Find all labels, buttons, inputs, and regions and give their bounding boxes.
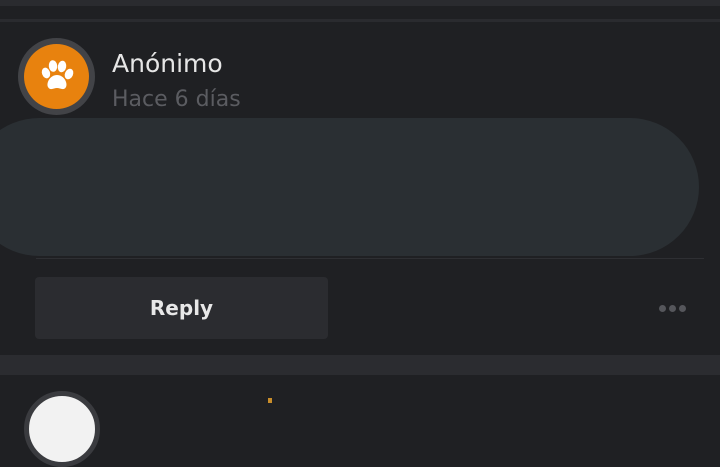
comment-timestamp: Hace 6 días <box>112 87 241 112</box>
dot <box>668 304 676 312</box>
dot <box>658 304 666 312</box>
previous-comment-edge <box>0 0 720 6</box>
avatar[interactable] <box>18 38 95 115</box>
comment-separator <box>0 355 720 375</box>
reply-button[interactable]: Reply <box>35 277 328 339</box>
comment-card: Anónimo Hace 6 días Reply <box>0 22 720 355</box>
paw-icon <box>41 59 73 89</box>
avatar-circle <box>24 44 89 109</box>
next-comment-avatar[interactable] <box>24 391 100 467</box>
next-comment-badge-icon <box>268 398 272 403</box>
comment-body <box>0 118 699 256</box>
comment-author[interactable]: Anónimo <box>112 49 223 79</box>
dot <box>678 304 686 312</box>
comment-divider <box>36 258 704 259</box>
ellipsis-icon[interactable] <box>652 294 692 322</box>
